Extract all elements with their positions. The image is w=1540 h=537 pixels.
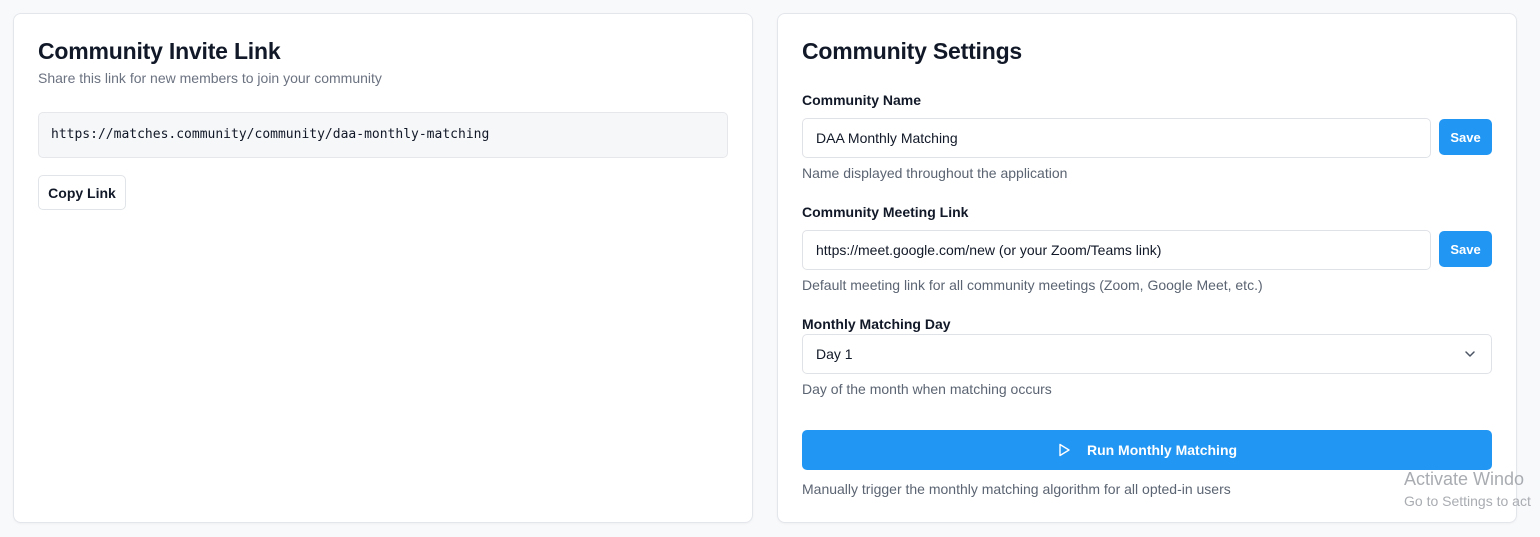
settings-card-title: Community Settings [802,38,1023,64]
chevron-down-icon [1465,351,1475,357]
community-name-label: Community Name [802,92,922,108]
run-monthly-matching-label: Run Monthly Matching [1086,442,1238,458]
meeting-link-label: Community Meeting Link [802,204,969,220]
community-settings-card: Community Settings Community Name DAA Mo… [777,13,1517,523]
run-monthly-matching-button[interactable]: Run Monthly Matching [802,430,1492,470]
matching-day-select[interactable]: Day 1 [802,334,1492,374]
matching-day-selected-value: Day 1 [816,346,853,362]
watermark-subtitle: Go to Settings to act [1404,493,1531,509]
page: Community Invite Link Share this link fo… [0,0,1540,537]
invite-link-card: Community Invite Link Share this link fo… [13,13,753,523]
matching-day-help: Day of the month when matching occurs [802,381,1052,397]
matching-day-label: Monthly Matching Day [802,316,951,332]
meeting-link-help: Default meeting link for all community m… [802,277,1263,293]
watermark-title: Activate Windo [1404,469,1525,489]
play-icon [1059,443,1070,457]
community-name-help: Name displayed throughout the applicatio… [802,165,1068,181]
run-matching-help: Manually trigger the monthly matching al… [802,481,1231,497]
copy-link-button[interactable]: Copy Link [38,175,126,210]
save-meeting-link-button[interactable]: Save [1439,231,1492,267]
meeting-link-input[interactable]: https://meet.google.com/new (or your Zoo… [802,230,1431,270]
activate-windows-watermark: Activate Windo Go to Settings to act [1404,468,1531,511]
save-community-name-button[interactable]: Save [1439,119,1492,155]
community-name-input[interactable]: DAA Monthly Matching [802,118,1431,158]
invite-card-description: Share this link for new members to join … [38,70,382,86]
invite-url-field[interactable]: https://matches.community/community/daa-… [38,112,728,158]
invite-card-title: Community Invite Link [38,38,281,64]
